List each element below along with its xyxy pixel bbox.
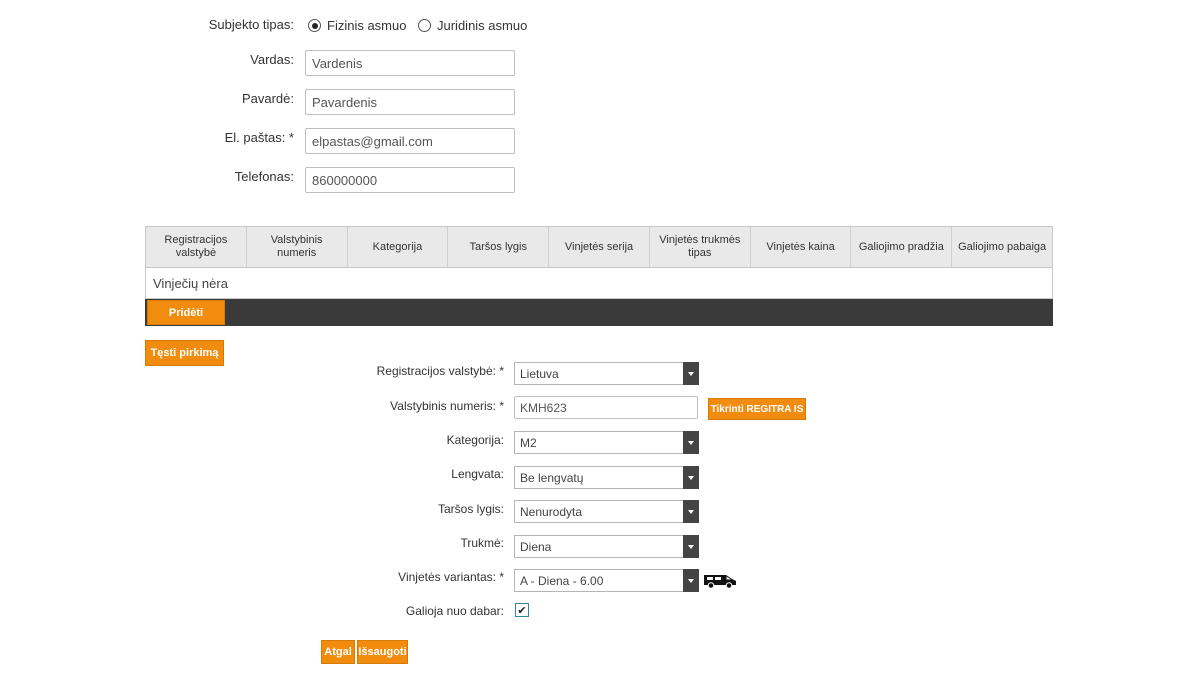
discount-label: Lengvata: [451, 467, 504, 481]
column-header: Vinjetės trukmės tipas [650, 227, 751, 267]
column-header: Vinjetės serija [549, 227, 650, 267]
pollution-value: Nenurodyta [520, 504, 583, 519]
radio-legal-person[interactable]: Juridinis asmuo [418, 18, 527, 33]
variant-select[interactable]: A - Diena - 6.00 [514, 569, 699, 592]
table-footer-bar [145, 299, 1053, 326]
column-header: Valstybinis numeris [247, 227, 348, 267]
vignette-table-header: Registracijos valstybė Valstybinis numer… [145, 226, 1053, 268]
chevron-down-icon[interactable] [683, 362, 699, 385]
continue-purchase-button[interactable]: Tęsti pirkimą [145, 340, 224, 366]
radio-natural-person-label: Fizinis asmuo [327, 18, 407, 33]
chevron-down-icon[interactable] [683, 466, 699, 489]
last-name-input[interactable] [305, 89, 515, 115]
first-name-label: Vardas: [250, 52, 294, 67]
column-header: Registracijos valstybė [146, 227, 247, 267]
save-button[interactable]: Išsaugoti [357, 640, 408, 664]
column-header: Kategorija [348, 227, 449, 267]
duration-select[interactable]: Diena [514, 535, 699, 558]
plate-number-input[interactable] [514, 396, 698, 419]
chevron-down-icon[interactable] [683, 500, 699, 523]
table-empty-row: Vinječių nėra [145, 268, 1053, 299]
category-select[interactable]: M2 [514, 431, 699, 454]
subject-type-label: Subjekto tipas: [208, 17, 294, 32]
plate-number-label: Valstybinis numeris: * [390, 399, 504, 413]
category-label: Kategorija: [446, 433, 504, 447]
column-header: Galiojimo pabaiga [958, 240, 1047, 253]
column-header: Galiojimo pradžia [851, 227, 953, 267]
valid-now-checkbox[interactable]: ✔ [515, 603, 529, 617]
radio-button-checked[interactable] [308, 19, 321, 32]
column-header: Vinjetės kaina [751, 227, 852, 267]
reg-country-value: Lietuva [520, 366, 559, 381]
discount-value: Be lengvatų [520, 470, 584, 485]
variant-value: A - Diena - 6.00 [520, 573, 604, 588]
radio-button-unchecked[interactable] [418, 19, 431, 32]
chevron-down-icon[interactable] [683, 535, 699, 558]
email-label: El. paštas: * [224, 130, 294, 145]
duration-value: Diena [520, 539, 552, 554]
pollution-label: Taršos lygis: [437, 502, 504, 516]
van-icon [704, 575, 736, 589]
variant-label: Vinjetės variantas: * [398, 570, 504, 584]
category-value: M2 [520, 435, 537, 450]
chevron-down-icon[interactable] [683, 431, 699, 454]
last-name-label: Pavardė: [241, 91, 294, 106]
email-input[interactable] [305, 128, 515, 154]
add-vignette-button[interactable]: Pridėti [147, 300, 225, 325]
checkmark-icon: ✔ [517, 604, 527, 617]
reg-country-select[interactable]: Lietuva [514, 362, 699, 385]
duration-label: Trukmė: [460, 536, 504, 550]
discount-select[interactable]: Be lengvatų [514, 466, 699, 489]
back-button[interactable]: Atgal [321, 640, 355, 664]
empty-table-text: Vinječių nėra [153, 276, 228, 291]
reg-country-label: Registracijos valstybė: * [376, 364, 504, 378]
column-header: Taršos lygis [448, 227, 550, 267]
radio-dot [311, 22, 318, 29]
phone-label: Telefonas: [234, 169, 294, 184]
radio-legal-person-label: Juridinis asmuo [437, 18, 528, 33]
chevron-down-icon[interactable] [683, 569, 699, 592]
check-regitra-button[interactable]: Tikrinti REGITRA IS [708, 398, 806, 420]
valid-now-label: Galioja nuo dabar: [405, 604, 504, 618]
pollution-select[interactable]: Nenurodyta [514, 500, 699, 523]
phone-input[interactable] [305, 167, 515, 193]
first-name-input[interactable] [305, 50, 515, 76]
radio-natural-person[interactable]: Fizinis asmuo [308, 18, 406, 33]
